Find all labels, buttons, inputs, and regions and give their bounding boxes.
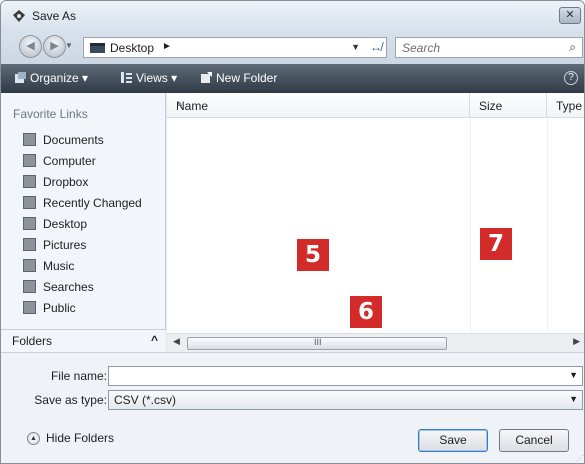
column-header-row: Name ▲ Size Type xyxy=(167,93,584,118)
column-divider xyxy=(547,118,548,333)
views-menu[interactable]: Views ▾ xyxy=(121,71,177,85)
window-title: Save As xyxy=(32,9,77,23)
public-icon xyxy=(23,301,36,314)
views-icon xyxy=(121,72,132,83)
save-as-icon xyxy=(13,10,25,22)
music-icon xyxy=(23,259,36,272)
collapse-up-icon: ▲ xyxy=(27,432,40,445)
save-type-select[interactable]: CSV (*.csv) ▼ xyxy=(108,390,583,410)
breadcrumb-chevron-icon[interactable]: ► xyxy=(162,41,172,52)
forward-button[interactable]: ▶ xyxy=(43,35,66,58)
documents-icon xyxy=(23,133,36,146)
search-placeholder: Search xyxy=(402,41,441,55)
sidebar-item-documents[interactable]: Documents xyxy=(23,130,163,150)
searches-icon xyxy=(23,280,36,293)
sidebar-item-pictures[interactable]: Pictures xyxy=(23,235,163,255)
organize-menu[interactable]: Organize ▾ xyxy=(15,71,88,85)
address-dropdown-icon[interactable]: ▼ xyxy=(351,42,360,52)
desktop-icon xyxy=(23,217,36,230)
address-location[interactable]: Desktop xyxy=(110,41,154,55)
callout-marker-5: 5 xyxy=(297,239,329,271)
column-header-size[interactable]: Size xyxy=(470,93,547,118)
sidebar-item-computer[interactable]: Computer xyxy=(23,151,163,171)
sort-ascending-icon: ▲ xyxy=(176,99,184,108)
scroll-left-icon[interactable]: ◀ xyxy=(173,336,180,347)
save-type-label: Save as type: xyxy=(34,393,107,407)
callout-marker-7: 7 xyxy=(480,228,512,260)
recently-changed-icon xyxy=(23,196,36,209)
navigation-pane: Favorite Links Documents Computer Dropbo… xyxy=(1,93,166,352)
caret-up-icon: ^ xyxy=(150,333,158,347)
file-list[interactable]: Name ▲ Size Type 5 6 7 ◀ III ▶ xyxy=(167,93,584,352)
resize-grip-icon[interactable]: ⋰ xyxy=(576,454,584,463)
save-button[interactable]: Save xyxy=(418,429,488,452)
close-icon: ✕ xyxy=(565,9,575,21)
save-as-dialog: Save As ✕ ◀ ▶ ▼ Desktop ► ▼ ↮ Search ⌕ O… xyxy=(0,0,585,464)
new-folder-icon xyxy=(201,72,212,83)
back-button[interactable]: ◀ xyxy=(19,35,42,58)
file-name-field[interactable]: ▼ xyxy=(108,366,583,386)
file-name-label: File name: xyxy=(50,369,107,383)
column-header-type[interactable]: Type xyxy=(547,93,584,118)
address-bar[interactable]: Desktop ► ▼ ↮ xyxy=(83,37,387,58)
address-row: ◀ ▶ ▼ Desktop ► ▼ ↮ Search ⌕ xyxy=(1,30,584,64)
chevron-down-icon[interactable]: ▼ xyxy=(569,370,578,380)
close-button[interactable]: ✕ xyxy=(559,7,581,24)
horizontal-scrollbar[interactable]: ◀ III ▶ xyxy=(167,333,584,352)
search-icon[interactable]: ⌕ xyxy=(569,40,576,55)
sidebar-item-music[interactable]: Music xyxy=(23,256,163,276)
folders-toggle[interactable]: Folders ^ xyxy=(1,329,166,352)
column-divider xyxy=(470,118,471,333)
sidebar-item-recently-changed[interactable]: Recently Changed xyxy=(23,193,163,213)
refresh-icon[interactable]: ↮ xyxy=(370,40,382,54)
column-header-name[interactable]: Name ▲ xyxy=(167,93,470,118)
forward-arrow-icon: ▶ xyxy=(50,40,59,52)
desktop-folder-icon xyxy=(90,43,105,53)
sidebar-item-desktop[interactable]: Desktop xyxy=(23,214,163,234)
scroll-right-icon[interactable]: ▶ xyxy=(573,336,580,347)
computer-icon xyxy=(23,154,36,167)
cancel-button[interactable]: Cancel xyxy=(499,429,569,452)
chevron-down-icon: ▼ xyxy=(569,394,578,404)
callout-marker-6: 6 xyxy=(350,296,382,328)
organize-icon xyxy=(15,72,26,83)
search-input[interactable]: Search ⌕ xyxy=(395,37,583,58)
grip-icon: III xyxy=(314,337,322,347)
new-folder-button[interactable]: New Folder xyxy=(201,71,277,85)
scrollbar-thumb[interactable]: III xyxy=(187,337,447,350)
sidebar-item-public[interactable]: Public xyxy=(23,298,163,318)
recent-pages-dropdown-icon[interactable]: ▼ xyxy=(65,41,73,50)
command-toolbar: Organize ▾ Views ▾ New Folder ? xyxy=(1,64,584,93)
save-form: File name: ▼ Save as type: CSV (*.csv) ▼… xyxy=(1,352,584,463)
sidebar-item-searches[interactable]: Searches xyxy=(23,277,163,297)
title-bar: Save As ✕ xyxy=(1,1,584,30)
favorite-links-heading: Favorite Links xyxy=(13,107,88,121)
dropbox-icon xyxy=(23,175,36,188)
pictures-icon xyxy=(23,238,36,251)
folders-label: Folders xyxy=(12,334,53,348)
back-arrow-icon: ◀ xyxy=(26,40,35,52)
sidebar-item-dropbox[interactable]: Dropbox xyxy=(23,172,163,192)
help-icon[interactable]: ? xyxy=(564,71,578,85)
